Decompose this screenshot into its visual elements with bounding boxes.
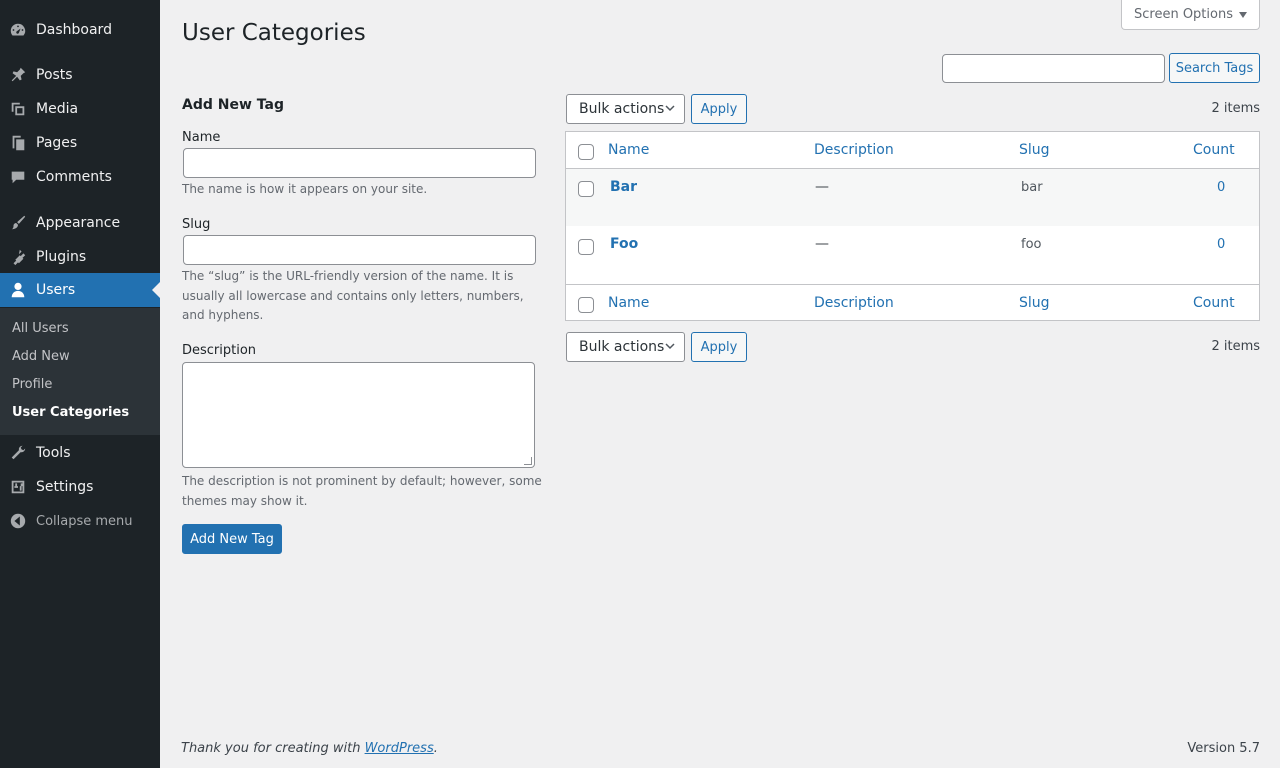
- sidebar-item-users[interactable]: Users: [0, 273, 160, 307]
- name-input[interactable]: [183, 148, 536, 178]
- select-all-checkbox[interactable]: [578, 144, 594, 160]
- row-description: —: [815, 236, 829, 252]
- plugin-icon: [0, 248, 36, 266]
- row-name-link[interactable]: Bar: [610, 179, 637, 195]
- sidebar-item-comments[interactable]: Comments: [0, 160, 160, 194]
- description-label: Description: [182, 343, 257, 358]
- column-slug[interactable]: Slug: [1019, 142, 1050, 158]
- select-all-checkbox-footer[interactable]: [578, 297, 594, 313]
- bulk-actions-value: Bulk actions: [579, 339, 665, 355]
- column-name[interactable]: Name: [608, 142, 649, 158]
- sidebar-item-tools[interactable]: Tools: [0, 436, 160, 470]
- column-count-footer[interactable]: Count: [1193, 295, 1235, 311]
- submenu-item-profile[interactable]: Profile: [12, 377, 52, 392]
- column-name-footer[interactable]: Name: [608, 295, 649, 311]
- settings-icon: [0, 478, 36, 496]
- sidebar-item-label: Plugins: [36, 249, 87, 265]
- user-icon: [0, 281, 36, 299]
- row-name-link[interactable]: Foo: [610, 236, 638, 252]
- sidebar-item-label: Media: [36, 101, 79, 117]
- chevron-down-icon: [665, 343, 675, 350]
- dashboard-icon: [0, 21, 36, 39]
- collapse-menu-label: Collapse menu: [36, 513, 133, 529]
- row-checkbox[interactable]: [578, 239, 594, 255]
- table-row: Bar — bar 0: [566, 169, 1259, 226]
- admin-sidebar: Dashboard Posts Media Pages Comments App…: [0, 0, 160, 768]
- items-count-top: 2 items: [1211, 101, 1260, 116]
- bulk-actions-select-top[interactable]: Bulk actions: [566, 94, 685, 124]
- footer-version: Version 5.7: [1187, 741, 1260, 756]
- wrench-icon: [0, 444, 36, 462]
- sidebar-item-label: Posts: [36, 67, 73, 83]
- items-count-bottom: 2 items: [1211, 339, 1260, 354]
- apply-button-top[interactable]: Apply: [691, 94, 747, 124]
- collapse-menu-button[interactable]: Collapse menu: [0, 504, 160, 538]
- pin-icon: [0, 66, 36, 84]
- comment-icon: [0, 168, 36, 186]
- sidebar-item-posts[interactable]: Posts: [0, 58, 160, 92]
- description-help-text: The description is not prominent by defa…: [182, 474, 542, 508]
- sidebar-item-pages[interactable]: Pages: [0, 126, 160, 160]
- sidebar-item-label: Comments: [36, 169, 112, 185]
- column-description-footer[interactable]: Description: [814, 295, 894, 311]
- name-help-text: The name is how it appears on your site.: [182, 182, 428, 196]
- row-count-link[interactable]: 0: [1217, 237, 1225, 252]
- sidebar-item-label: Dashboard: [36, 22, 112, 38]
- row-checkbox[interactable]: [578, 181, 594, 197]
- sidebar-item-dashboard[interactable]: Dashboard: [0, 13, 160, 47]
- column-count[interactable]: Count: [1193, 142, 1235, 158]
- slug-label: Slug: [182, 217, 211, 232]
- pages-icon: [0, 134, 36, 152]
- sidebar-item-settings[interactable]: Settings: [0, 470, 160, 504]
- users-submenu: All Users Add New Profile User Categorie…: [0, 308, 160, 435]
- screen-options-label: Screen Options: [1134, 7, 1233, 22]
- sidebar-item-label: Appearance: [36, 215, 121, 231]
- bulk-actions-select-bottom[interactable]: Bulk actions: [566, 332, 685, 362]
- add-new-tag-heading: Add New Tag: [182, 97, 284, 113]
- footer-thanks-suffix: .: [433, 741, 438, 756]
- table-header: Name Description Slug Count: [566, 132, 1259, 169]
- search-tags-button[interactable]: Search Tags: [1169, 53, 1260, 83]
- slug-help-text: The “slug” is the URL-friendly version o…: [182, 269, 524, 322]
- column-slug-footer[interactable]: Slug: [1019, 295, 1050, 311]
- table-row: Foo — foo 0: [566, 227, 1259, 284]
- chevron-down-icon: [1239, 11, 1247, 18]
- screen-options-button[interactable]: Screen Options: [1121, 0, 1260, 30]
- description-textarea[interactable]: [182, 362, 535, 468]
- submenu-item-user-categories[interactable]: User Categories: [12, 405, 129, 420]
- submenu-item-all-users[interactable]: All Users: [12, 321, 69, 336]
- resize-handle[interactable]: [524, 457, 532, 465]
- slug-input[interactable]: [183, 235, 536, 265]
- search-input[interactable]: [942, 54, 1165, 83]
- wordpress-link[interactable]: WordPress: [365, 741, 434, 756]
- tags-table: Name Description Slug Count Bar — bar 0 …: [565, 131, 1260, 321]
- apply-button-bottom[interactable]: Apply: [691, 332, 747, 362]
- row-count-link[interactable]: 0: [1217, 180, 1225, 195]
- footer-thanks-prefix: Thank you for creating with: [181, 741, 365, 756]
- sidebar-item-label: Tools: [36, 445, 71, 461]
- sidebar-item-appearance[interactable]: Appearance: [0, 206, 160, 240]
- chevron-down-icon: [665, 105, 675, 112]
- add-new-tag-button[interactable]: Add New Tag: [182, 524, 282, 554]
- table-footer: Name Description Slug Count: [566, 284, 1259, 321]
- column-description[interactable]: Description: [814, 142, 894, 158]
- sidebar-item-media[interactable]: Media: [0, 92, 160, 126]
- row-description: —: [815, 179, 829, 195]
- sidebar-item-plugins[interactable]: Plugins: [0, 240, 160, 274]
- main-content: Screen Options User Categories Search Ta…: [160, 0, 1280, 768]
- sidebar-item-label: Settings: [36, 479, 94, 495]
- bulk-actions-value: Bulk actions: [579, 101, 665, 117]
- media-icon: [0, 100, 36, 118]
- footer-thanks: Thank you for creating with WordPress.: [181, 741, 438, 756]
- sidebar-item-label: Users: [36, 282, 76, 298]
- submenu-item-add-new[interactable]: Add New: [12, 349, 70, 364]
- page-title: User Categories: [182, 20, 366, 46]
- row-slug: foo: [1021, 237, 1042, 252]
- paintbrush-icon: [0, 214, 36, 232]
- name-label: Name: [182, 130, 221, 145]
- collapse-arrow-icon: [0, 512, 36, 530]
- sidebar-item-label: Pages: [36, 135, 78, 151]
- row-slug: bar: [1021, 180, 1043, 195]
